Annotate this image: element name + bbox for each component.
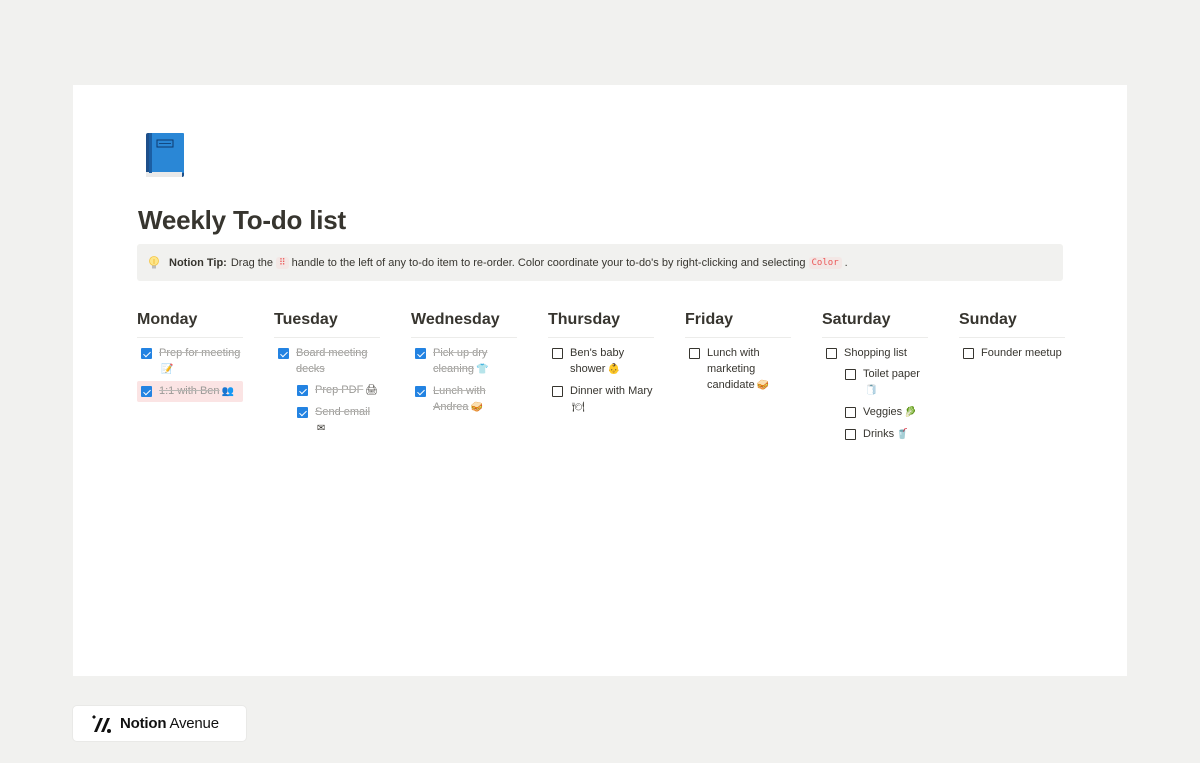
todo-checkbox[interactable] xyxy=(552,348,563,359)
todo-item[interactable]: Veggies 🥬 xyxy=(841,404,928,421)
todo-text[interactable]: Veggies xyxy=(863,406,902,418)
todo-item[interactable]: Lunch with Andrea 🥪 xyxy=(411,383,517,416)
todo-item[interactable]: Drinks 🥤 xyxy=(841,426,928,443)
todo-text[interactable]: Dinner with Mary xyxy=(570,385,653,397)
callout-label: Notion Tip: xyxy=(169,256,227,269)
todo-content: Founder meetup xyxy=(981,345,1062,361)
todo-content: Lunch with marketing candidate 🥪 xyxy=(707,345,791,394)
todo-emoji-icon: 🥪 xyxy=(470,402,483,413)
day-heading[interactable]: Monday xyxy=(137,310,243,338)
todo-emoji-icon: 🧻 xyxy=(865,385,878,396)
todo-emoji-icon: 👥 xyxy=(221,386,234,397)
todo-checkbox[interactable] xyxy=(845,369,856,380)
todo-content: Pick up dry cleaning 👕 xyxy=(433,345,517,378)
todo-checkbox[interactable] xyxy=(826,348,837,359)
todo-checkbox[interactable] xyxy=(415,348,426,359)
todo-checkbox[interactable] xyxy=(689,348,700,359)
todo-text[interactable]: Founder meetup xyxy=(981,347,1062,359)
day-column-sunday: Sunday Founder meetup xyxy=(959,310,1065,366)
todo-content: Lunch with Andrea 🥪 xyxy=(433,383,517,416)
day-heading[interactable]: Wednesday xyxy=(411,310,517,338)
todo-checkbox[interactable] xyxy=(141,386,152,397)
day-column-saturday: Saturday Shopping list Toilet paper 🧻 Veggie… xyxy=(822,310,928,448)
todo-content: Prep for meeting 📝 xyxy=(159,345,243,378)
day-heading[interactable]: Friday xyxy=(685,310,791,338)
todo-emoji-icon: 🍽 xyxy=(572,402,585,413)
day-column-monday: Monday Prep for meeting 📝 1:1 with Ben 👥 xyxy=(137,310,243,407)
todo-checkbox[interactable] xyxy=(278,348,289,359)
todo-content: Drinks 🥤 xyxy=(863,426,909,443)
todo-emoji-icon: ✉ xyxy=(317,423,326,434)
todo-text[interactable]: Board meeting decks xyxy=(296,347,368,375)
todo-content: Send email ✉ xyxy=(315,404,380,437)
todo-checkbox[interactable] xyxy=(845,407,856,418)
todo-text[interactable]: Prep for meeting xyxy=(159,347,240,359)
callout-text-after: . xyxy=(844,256,848,269)
day-heading[interactable]: Sunday xyxy=(959,310,1065,338)
todo-emoji-icon: 🥤 xyxy=(896,429,909,440)
callout-text-middle: handle to the left of any to-do item to … xyxy=(291,256,806,269)
todo-item[interactable]: Toilet paper 🧻 xyxy=(841,366,928,399)
callout-text-before: Drag the xyxy=(230,256,274,269)
page-canvas: Weekly To-do list Notion Tip: Drag the ⠿… xyxy=(73,85,1127,676)
todo-text[interactable]: Toilet paper xyxy=(863,368,920,380)
todo-item[interactable]: Ben's baby shower 👶 xyxy=(548,345,654,378)
todo-content: Prep PDF 🖨 xyxy=(315,382,378,399)
todo-text[interactable]: Drinks xyxy=(863,428,894,440)
todo-content: Dinner with Mary 🍽 xyxy=(570,383,654,416)
todo-item[interactable]: Lunch with marketing candidate 🥪 xyxy=(685,345,791,394)
day-column-thursday: Thursday Ben's baby shower 👶 Dinner with Ma… xyxy=(548,310,654,421)
todo-checkbox[interactable] xyxy=(415,386,426,397)
todo-emoji-icon: 🖨 xyxy=(365,385,378,396)
todo-checkbox[interactable] xyxy=(141,348,152,359)
notion-tip-callout: Notion Tip: Drag the ⠿ handle to the lef… xyxy=(137,244,1063,281)
todo-content: Veggies 🥬 xyxy=(863,404,917,421)
handle-code: ⠿ xyxy=(276,256,289,269)
todo-checkbox[interactable] xyxy=(845,429,856,440)
todo-content: Toilet paper 🧻 xyxy=(863,366,928,399)
todo-text[interactable]: Lunch with marketing candidate xyxy=(707,347,760,391)
day-heading[interactable]: Thursday xyxy=(548,310,654,338)
todo-item[interactable]: Dinner with Mary 🍽 xyxy=(548,383,654,416)
day-column-friday: Friday Lunch with marketing candidate 🥪 xyxy=(685,310,791,399)
color-code: Color xyxy=(808,256,842,269)
todo-text[interactable]: Shopping list xyxy=(844,347,907,359)
todo-emoji-icon: 🥬 xyxy=(904,407,917,418)
todo-content: Shopping list xyxy=(844,345,907,361)
page-title[interactable]: Weekly To-do list xyxy=(138,205,346,236)
todo-checkbox[interactable] xyxy=(963,348,974,359)
notion-avenue-logo-icon xyxy=(92,714,111,733)
day-column-tuesday: Tuesday Board meeting decks Prep PDF 🖨 Send … xyxy=(274,310,380,442)
todo-item[interactable]: Prep PDF 🖨 xyxy=(293,382,380,399)
todo-checkbox[interactable] xyxy=(552,386,563,397)
day-column-wednesday: Wednesday Pick up dry cleaning 👕 Lunch with… xyxy=(411,310,517,421)
todo-checkbox[interactable] xyxy=(297,385,308,396)
notion-avenue-badge[interactable]: Notion Avenue xyxy=(72,705,247,742)
todo-item[interactable]: Founder meetup xyxy=(959,345,1065,361)
todo-content: 1:1 with Ben 👥 xyxy=(159,383,234,400)
todo-item[interactable]: Shopping list xyxy=(822,345,928,361)
todo-item[interactable]: Send email ✉ xyxy=(293,404,380,437)
todo-emoji-icon: 🥪 xyxy=(756,380,770,391)
todo-checkbox[interactable] xyxy=(297,407,308,418)
todo-content: Board meeting decks xyxy=(296,345,380,377)
todo-emoji-icon: 👶 xyxy=(607,364,620,375)
todo-item[interactable]: Prep for meeting 📝 xyxy=(137,345,243,378)
todo-content: Ben's baby shower 👶 xyxy=(570,345,654,378)
day-heading[interactable]: Tuesday xyxy=(274,310,380,338)
blue-book-icon[interactable] xyxy=(143,130,187,180)
day-heading[interactable]: Saturday xyxy=(822,310,928,338)
weekly-columns: Monday Prep for meeting 📝 1:1 with Ben 👥 Tues… xyxy=(137,310,1067,510)
todo-item[interactable]: Board meeting decks xyxy=(274,345,380,377)
todo-emoji-icon: 👕 xyxy=(475,364,489,375)
light-bulb-icon xyxy=(149,255,159,268)
todo-text[interactable]: Prep PDF xyxy=(315,384,363,396)
todo-text[interactable]: Send email xyxy=(315,406,370,418)
todo-text[interactable]: 1:1 with Ben xyxy=(159,385,220,397)
todo-item[interactable]: Pick up dry cleaning 👕 xyxy=(411,345,517,378)
todo-emoji-icon: 📝 xyxy=(161,364,174,375)
todo-item[interactable]: 1:1 with Ben 👥 xyxy=(137,381,243,402)
brand-name: Notion Avenue xyxy=(120,715,219,732)
